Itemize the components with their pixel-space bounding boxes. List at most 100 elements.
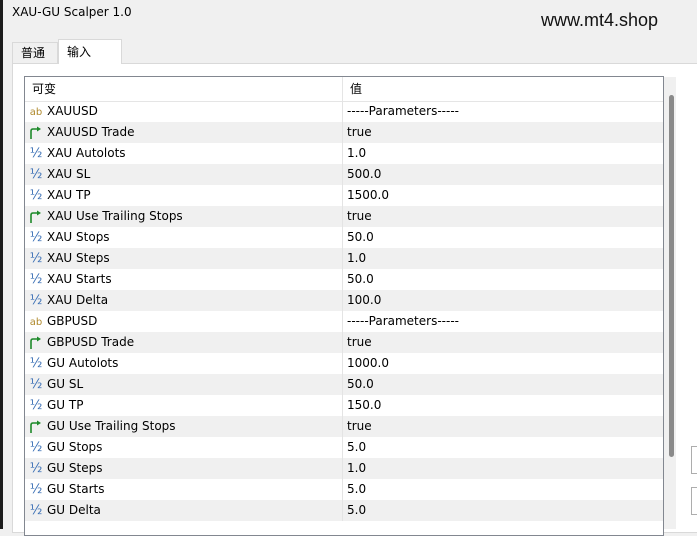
grid-row[interactable]: GU Use Trailing Stops true bbox=[25, 416, 663, 437]
double-icon: ½ bbox=[29, 377, 43, 392]
side-button-lower[interactable] bbox=[691, 487, 697, 515]
grid-row[interactable]: ½ XAU SL 500.0 bbox=[25, 164, 663, 185]
parameter-value[interactable]: 5.0 bbox=[347, 479, 663, 500]
parameter-name-cell[interactable]: ab XAUUSD bbox=[25, 101, 343, 122]
parameter-name-cell[interactable]: ½ GU Steps bbox=[25, 458, 343, 479]
parameter-name-cell[interactable]: XAUUSD Trade bbox=[25, 122, 343, 143]
grid-row[interactable]: ½ GU Autolots 1000.0 bbox=[25, 353, 663, 374]
parameter-name: XAU TP bbox=[47, 188, 91, 202]
string-icon: ab bbox=[29, 317, 43, 328]
parameter-name-cell[interactable]: ab GBPUSD bbox=[25, 311, 343, 332]
grid-row[interactable]: ½ XAU Delta 100.0 bbox=[25, 290, 663, 311]
grid-row[interactable]: ab GBPUSD -----Parameters----- bbox=[25, 311, 663, 332]
parameter-value[interactable]: true bbox=[347, 332, 663, 353]
parameter-name-cell[interactable]: GU Use Trailing Stops bbox=[25, 416, 343, 437]
window-left-edge bbox=[0, 0, 3, 529]
parameter-name-cell[interactable]: ½ XAU Autolots bbox=[25, 143, 343, 164]
bool-icon bbox=[29, 332, 43, 353]
parameter-name: XAU Starts bbox=[47, 272, 112, 286]
parameter-name: GBPUSD Trade bbox=[47, 335, 135, 349]
parameter-name: GU Delta bbox=[47, 503, 101, 517]
parameter-name: XAUUSD Trade bbox=[47, 125, 135, 139]
parameter-name-cell[interactable]: ½ XAU Stops bbox=[25, 227, 343, 248]
parameter-name-cell[interactable]: ½ XAU Steps bbox=[25, 248, 343, 269]
parameter-name-cell[interactable]: ½ GU Delta bbox=[25, 500, 343, 521]
grid-row[interactable]: ½ XAU Steps 1.0 bbox=[25, 248, 663, 269]
parameter-value[interactable]: 500.0 bbox=[347, 164, 663, 185]
double-icon: ½ bbox=[29, 440, 43, 455]
parameter-name-cell[interactable]: ½ XAU Starts bbox=[25, 269, 343, 290]
parameter-name: GU Autolots bbox=[47, 356, 119, 370]
parameter-value[interactable]: 1.0 bbox=[347, 458, 663, 479]
parameter-value[interactable]: 1500.0 bbox=[347, 185, 663, 206]
double-icon: ½ bbox=[29, 188, 43, 203]
parameter-value[interactable]: 50.0 bbox=[347, 269, 663, 290]
parameter-name: XAU Use Trailing Stops bbox=[47, 209, 183, 223]
grid-row[interactable]: ½ GU Steps 1.0 bbox=[25, 458, 663, 479]
grid-row[interactable]: XAU Use Trailing Stops true bbox=[25, 206, 663, 227]
parameter-name: XAU Stops bbox=[47, 230, 110, 244]
bool-icon bbox=[29, 122, 43, 143]
parameter-name-cell[interactable]: ½ XAU TP bbox=[25, 185, 343, 206]
parameter-value[interactable]: 50.0 bbox=[347, 227, 663, 248]
parameter-value[interactable]: true bbox=[347, 122, 663, 143]
bool-icon bbox=[29, 416, 43, 437]
parameter-value[interactable]: 1.0 bbox=[347, 248, 663, 269]
parameter-name-cell[interactable]: XAU Use Trailing Stops bbox=[25, 206, 343, 227]
parameter-name-cell[interactable]: ½ GU TP bbox=[25, 395, 343, 416]
parameter-name: GU Stops bbox=[47, 440, 103, 454]
parameter-value[interactable]: true bbox=[347, 416, 663, 437]
double-icon: ½ bbox=[29, 503, 43, 518]
parameter-value[interactable]: 1000.0 bbox=[347, 353, 663, 374]
double-icon: ½ bbox=[29, 146, 43, 161]
parameter-value[interactable]: true bbox=[347, 206, 663, 227]
grid-row[interactable]: ½ GU Stops 5.0 bbox=[25, 437, 663, 458]
grid-row[interactable]: ½ GU Delta 5.0 bbox=[25, 500, 663, 521]
parameter-name: GBPUSD bbox=[47, 314, 98, 328]
tab-common[interactable]: 普通 bbox=[12, 42, 58, 63]
parameter-name: GU Starts bbox=[47, 482, 105, 496]
scrollbar-thumb[interactable] bbox=[669, 95, 674, 457]
parameter-name: XAU Delta bbox=[47, 293, 109, 307]
grid-row[interactable]: ½ GU SL 50.0 bbox=[25, 374, 663, 395]
parameter-name: GU TP bbox=[47, 398, 84, 412]
grid-row[interactable]: ab XAUUSD -----Parameters----- bbox=[25, 101, 663, 122]
double-icon: ½ bbox=[29, 356, 43, 371]
parameter-value[interactable]: -----Parameters----- bbox=[347, 101, 663, 122]
column-header-variable[interactable]: 可变 bbox=[25, 77, 343, 101]
parameter-name-cell[interactable]: ½ GU Starts bbox=[25, 479, 343, 500]
parameter-name: XAU Steps bbox=[47, 251, 110, 265]
grid-row[interactable]: ½ GU TP 150.0 bbox=[25, 395, 663, 416]
window-title: XAU-GU Scalper 1.0 bbox=[12, 5, 132, 19]
inputs-grid: 可变 值 ab XAUUSD -----Parameters----- XAUUSD … bbox=[24, 76, 664, 536]
parameter-name-cell[interactable]: ½ XAU Delta bbox=[25, 290, 343, 311]
parameter-value[interactable]: 50.0 bbox=[347, 374, 663, 395]
string-icon: ab bbox=[29, 107, 43, 118]
grid-row[interactable]: ½ XAU Autolots 1.0 bbox=[25, 143, 663, 164]
parameter-name-cell[interactable]: ½ XAU SL bbox=[25, 164, 343, 185]
parameter-name: XAUUSD bbox=[47, 104, 98, 118]
grid-row[interactable]: ½ XAU Stops 50.0 bbox=[25, 227, 663, 248]
parameter-value[interactable]: -----Parameters----- bbox=[347, 311, 663, 332]
grid-row[interactable]: ½ XAU Starts 50.0 bbox=[25, 269, 663, 290]
grid-row[interactable]: ½ GU Starts 5.0 bbox=[25, 479, 663, 500]
parameter-value[interactable]: 1.0 bbox=[347, 143, 663, 164]
parameter-value[interactable]: 5.0 bbox=[347, 500, 663, 521]
side-button-upper[interactable] bbox=[691, 446, 697, 474]
grid-header: 可变 值 bbox=[25, 77, 663, 102]
double-icon: ½ bbox=[29, 251, 43, 266]
parameter-name-cell[interactable]: ½ GU Stops bbox=[25, 437, 343, 458]
parameter-name-cell[interactable]: GBPUSD Trade bbox=[25, 332, 343, 353]
tab-inputs[interactable]: 输入 bbox=[58, 39, 122, 64]
watermark-text: www.mt4.shop bbox=[541, 10, 659, 30]
parameter-name-cell[interactable]: ½ GU SL bbox=[25, 374, 343, 395]
parameter-value[interactable]: 5.0 bbox=[347, 437, 663, 458]
parameter-value[interactable]: 150.0 bbox=[347, 395, 663, 416]
grid-row[interactable]: ½ XAU TP 1500.0 bbox=[25, 185, 663, 206]
parameter-name-cell[interactable]: ½ GU Autolots bbox=[25, 353, 343, 374]
parameter-name: GU SL bbox=[47, 377, 84, 391]
grid-row[interactable]: GBPUSD Trade true bbox=[25, 332, 663, 353]
parameter-value[interactable]: 100.0 bbox=[347, 290, 663, 311]
column-header-value[interactable]: 值 bbox=[343, 77, 663, 101]
grid-row[interactable]: XAUUSD Trade true bbox=[25, 122, 663, 143]
